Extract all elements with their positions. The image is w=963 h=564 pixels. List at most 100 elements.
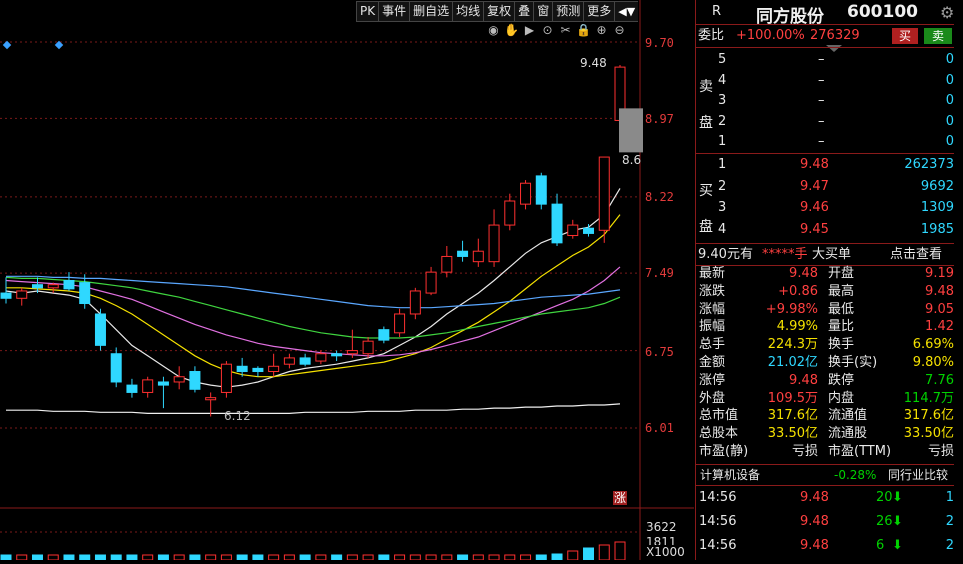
- volume-bar: [614, 541, 626, 561]
- gear-icon[interactable]: ⚙: [940, 3, 954, 22]
- toolbar-item[interactable]: PK: [357, 2, 380, 21]
- y-tick-label: 9.70: [645, 36, 674, 50]
- level-number: 4: [718, 221, 727, 237]
- chart-toolbar: PK 事件 删自选 均线 复权叠窗预测 更多 ◀▼: [356, 1, 639, 22]
- volume-bar: [63, 554, 75, 561]
- volume-max-label: 3622: [646, 520, 677, 534]
- crosshair-icon[interactable]: ⊙: [540, 23, 555, 38]
- candle-body: [583, 227, 595, 234]
- stat-value: 7.76: [925, 372, 954, 388]
- level-number: 2: [718, 178, 727, 194]
- sell-button[interactable]: 卖: [924, 28, 952, 44]
- candle-body: [79, 282, 91, 305]
- zoom-in-icon[interactable]: ⊕: [594, 23, 609, 38]
- level-number: 1: [718, 157, 727, 172]
- flag-label: R: [712, 4, 722, 19]
- level-volume: 0: [945, 52, 954, 67]
- down-arrow-icon: ⬇: [892, 490, 903, 505]
- volume-bar: [47, 554, 59, 561]
- candle-body: [16, 290, 28, 299]
- volume-bar: [535, 554, 547, 561]
- volume-unit-label: X1000: [646, 545, 685, 559]
- volume-bar: [362, 554, 374, 561]
- volume-bar: [520, 554, 532, 561]
- toolbar-item[interactable]: 删自选: [410, 2, 454, 21]
- y-tick-label: 6.75: [645, 345, 674, 359]
- level-number: 1: [718, 134, 727, 149]
- toolbar-item[interactable]: 均线: [453, 2, 485, 21]
- level-number: 5: [718, 52, 727, 67]
- low-price-annotation: 6.12: [224, 409, 251, 423]
- level-number: 3: [718, 200, 727, 215]
- big-order-link[interactable]: 点击查看: [890, 245, 942, 265]
- level-volume: 1309: [920, 200, 954, 215]
- y-tick-label: 6.01: [645, 421, 674, 435]
- quote-panel: R 同方股份 600100 ⚙ 委比 +100.00% 276329 买 卖 卖…: [695, 0, 963, 560]
- buy-button[interactable]: 买: [892, 28, 918, 44]
- tick-price: 9.48: [800, 514, 829, 529]
- candle-body: [346, 350, 358, 355]
- level-price: –: [818, 72, 825, 88]
- candle-body: [63, 280, 75, 290]
- volume-bar: [472, 554, 484, 561]
- weibi-row: 委比 +100.00% 276329 买 卖: [696, 26, 954, 46]
- zoom-out-icon[interactable]: ⊖: [612, 23, 627, 38]
- stat-row: 涨跌 +0.86 最高 9.48: [696, 283, 954, 301]
- level-price: –: [818, 52, 825, 67]
- stat-value: 109.5万: [767, 390, 818, 406]
- candle-body: [94, 313, 106, 346]
- stat-value: 9.80%: [912, 355, 954, 370]
- candle-body: [126, 384, 138, 393]
- level-price: –: [818, 93, 825, 108]
- y-tick-label: 8.97: [645, 112, 674, 126]
- candle-body: [220, 363, 232, 393]
- level-volume: 9692: [920, 178, 954, 194]
- volume-bar: [504, 554, 516, 561]
- divider: [696, 47, 954, 48]
- stat-label: 外盘: [699, 390, 726, 406]
- kline-chart-area[interactable]: PK 事件 删自选 均线 复权叠窗预测 更多 ◀▼ ◉ ✋ ▶ ⊙ ✂ 🔒 ⊕ ⊖ 9.70…: [0, 0, 694, 561]
- stat-label: 市盈(静): [699, 444, 749, 459]
- stat-row: 最新 9.48 开盘 9.19: [696, 265, 954, 283]
- toolbar-item[interactable]: 预测: [553, 2, 585, 21]
- volume-bar: [79, 554, 91, 561]
- candle-body: [362, 340, 374, 355]
- toolbar-item[interactable]: 更多: [584, 2, 616, 21]
- stat-value: 6.69%: [912, 337, 954, 353]
- level-number: 4: [718, 72, 727, 88]
- big-order-mask: *****手: [762, 247, 808, 262]
- stat-value: 33.50亿: [903, 426, 954, 442]
- toolbar-item[interactable]: 窗: [534, 2, 554, 21]
- sell-level-row: 1 – 0: [696, 132, 954, 152]
- kline-chart[interactable]: [0, 0, 694, 561]
- volume-bar: [94, 554, 106, 561]
- toolbar-item[interactable]: 复权: [484, 2, 516, 21]
- toolbar-item[interactable]: 事件: [379, 2, 411, 21]
- volume-bar: [378, 554, 390, 561]
- toolbar-collapse-arrow-icon[interactable]: ◀▼: [615, 2, 638, 21]
- stock-code: 600100: [847, 2, 918, 22]
- stat-label: 涨停: [699, 372, 726, 388]
- candle-body: [425, 271, 437, 294]
- stat-label: 最新: [699, 266, 726, 281]
- industry-name[interactable]: 计算机设备: [700, 465, 760, 485]
- lock-icon[interactable]: 🔒: [576, 23, 591, 38]
- volume-bar: [409, 554, 421, 561]
- volume-bar: [126, 554, 138, 561]
- tick-time: 14:56: [699, 514, 737, 529]
- tick-price: 9.48: [800, 490, 829, 505]
- stat-label: 流通值: [828, 408, 868, 424]
- scissors-icon[interactable]: ✂: [558, 23, 573, 38]
- candle-body: [567, 224, 579, 237]
- volume-bar: [488, 554, 500, 561]
- stat-label: 涨幅: [699, 301, 726, 317]
- volume-bar: [567, 550, 579, 561]
- play-icon[interactable]: ▶: [522, 23, 537, 38]
- volume-bar: [425, 554, 437, 561]
- candle-body: [299, 357, 311, 365]
- divider: [696, 485, 954, 486]
- industry-compare-link[interactable]: 同行业比较: [888, 465, 948, 485]
- eye-icon[interactable]: ◉: [486, 23, 501, 38]
- hand-icon[interactable]: ✋: [504, 23, 519, 38]
- toolbar-item[interactable]: 叠: [515, 2, 535, 21]
